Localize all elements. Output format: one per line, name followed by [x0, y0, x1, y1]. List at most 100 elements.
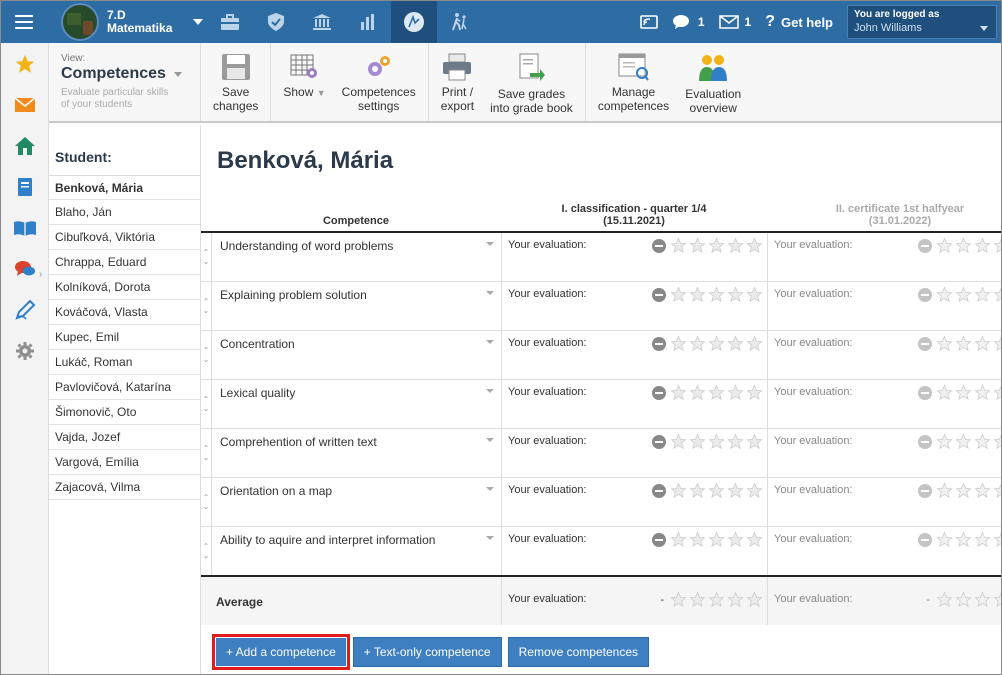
star-rating[interactable] [652, 384, 763, 401]
star-icon[interactable] [936, 482, 953, 499]
star-icon[interactable] [727, 335, 744, 352]
star-icon[interactable] [727, 531, 744, 548]
star-icon[interactable] [746, 531, 763, 548]
chevron-right-icon[interactable]: › [39, 269, 42, 280]
star-icon[interactable] [974, 531, 991, 548]
cast-icon[interactable] [640, 15, 658, 29]
star-icon[interactable] [670, 237, 687, 254]
star-icon[interactable] [993, 433, 1001, 450]
star-icon[interactable] [727, 237, 744, 254]
star-icon[interactable] [955, 384, 972, 401]
star-icon[interactable] [708, 335, 725, 352]
star-icon[interactable] [955, 531, 972, 548]
menu-icon[interactable] [1, 1, 47, 43]
print-export-button[interactable]: Print / export [433, 43, 482, 121]
star-icon[interactable] [1, 43, 49, 84]
student-item[interactable]: Kupec, Emil [49, 325, 200, 350]
student-item[interactable]: Benková, Mária [49, 175, 200, 200]
star-icon[interactable] [708, 591, 725, 608]
drag-handle-icon[interactable]: ⌃ ⌄ [201, 233, 211, 281]
star-icon[interactable] [746, 433, 763, 450]
clear-rating-icon[interactable] [918, 434, 932, 449]
star-icon[interactable] [746, 384, 763, 401]
evaluation-overview-button[interactable]: Evaluation overview [677, 43, 749, 121]
star-icon[interactable] [708, 286, 725, 303]
star-icon[interactable] [746, 286, 763, 303]
star-icon[interactable] [936, 237, 953, 254]
star-icon[interactable] [955, 335, 972, 352]
drag-handle-icon[interactable]: ⌃ ⌄ [201, 380, 211, 428]
star-icon[interactable] [670, 286, 687, 303]
clear-rating-icon[interactable] [652, 385, 666, 400]
help-button[interactable]: ? Get help [765, 13, 833, 31]
star-icon[interactable] [670, 482, 687, 499]
star-icon[interactable] [974, 237, 991, 254]
walking-icon[interactable] [437, 1, 483, 43]
student-item[interactable]: Kováčová, Vlasta [49, 300, 200, 325]
star-rating[interactable] [652, 237, 763, 254]
star-icon[interactable] [708, 433, 725, 450]
star-icon[interactable] [708, 531, 725, 548]
student-item[interactable]: Vargová, Emília [49, 450, 200, 475]
class-selector[interactable]: 7.D Matematika [47, 1, 205, 43]
star-icon[interactable] [689, 433, 706, 450]
briefcase-icon[interactable] [207, 1, 253, 43]
save-changes-button[interactable]: Save changes [205, 43, 266, 121]
drag-handle-icon[interactable]: ⌃ ⌄ [201, 527, 211, 575]
mail-button[interactable]: 1 [718, 15, 751, 29]
star-rating[interactable] [918, 335, 1001, 352]
star-icon[interactable] [727, 482, 744, 499]
star-rating[interactable] [652, 335, 763, 352]
star-rating[interactable] [918, 531, 1001, 548]
star-icon[interactable] [974, 384, 991, 401]
competence-select[interactable]: Orientation on a map [211, 478, 501, 526]
view-selector[interactable]: View: Competences Evaluate particular sk… [49, 43, 201, 121]
save-grades-button[interactable]: Save grades into grade book [482, 43, 581, 121]
star-icon[interactable] [727, 433, 744, 450]
star-icon[interactable] [746, 237, 763, 254]
star-icon[interactable] [993, 335, 1001, 352]
clear-rating-icon[interactable] [652, 238, 666, 253]
star-icon[interactable] [993, 531, 1001, 548]
star-icon[interactable] [955, 433, 972, 450]
star-icon[interactable] [955, 482, 972, 499]
manage-competences-button[interactable]: Manage competences [590, 43, 677, 121]
star-icon[interactable] [727, 384, 744, 401]
star-icon[interactable] [746, 482, 763, 499]
star-icon[interactable] [670, 433, 687, 450]
compass-icon[interactable] [391, 1, 437, 43]
star-icon[interactable] [670, 384, 687, 401]
competence-select[interactable]: Ability to aquire and interpret informat… [211, 527, 501, 575]
student-item[interactable]: Blaho, Ján [49, 200, 200, 225]
star-icon[interactable] [689, 384, 706, 401]
star-icon[interactable] [670, 531, 687, 548]
bar-chart-icon[interactable] [345, 1, 391, 43]
star-icon[interactable] [974, 335, 991, 352]
open-book-icon[interactable] [1, 207, 49, 248]
competence-select[interactable]: Concentration [211, 331, 501, 379]
remove-competences-button[interactable]: Remove competences [507, 637, 649, 667]
star-icon[interactable] [689, 237, 706, 254]
competence-select[interactable]: Explaining problem solution [211, 282, 501, 330]
clear-rating-icon[interactable] [652, 483, 666, 498]
star-rating[interactable] [918, 286, 1001, 303]
student-item[interactable]: Cibuľková, Viktória [49, 225, 200, 250]
star-icon[interactable] [670, 335, 687, 352]
star-icon[interactable] [974, 591, 991, 608]
competence-select[interactable]: Comprehention of written text [211, 429, 501, 477]
star-rating[interactable] [652, 433, 763, 450]
star-icon[interactable] [689, 531, 706, 548]
gear-icon[interactable] [1, 330, 49, 371]
star-icon[interactable] [974, 482, 991, 499]
clear-rating-icon[interactable] [918, 483, 932, 498]
home-icon[interactable] [1, 125, 49, 166]
star-icon[interactable] [746, 335, 763, 352]
star-icon[interactable] [689, 482, 706, 499]
star-rating[interactable] [652, 482, 763, 499]
star-icon[interactable] [708, 237, 725, 254]
star-icon[interactable] [727, 286, 744, 303]
star-icon[interactable] [974, 433, 991, 450]
star-rating[interactable] [652, 531, 763, 548]
student-item[interactable]: Šimonovič, Oto [49, 400, 200, 425]
competence-select[interactable]: Understanding of word problems [211, 233, 501, 281]
